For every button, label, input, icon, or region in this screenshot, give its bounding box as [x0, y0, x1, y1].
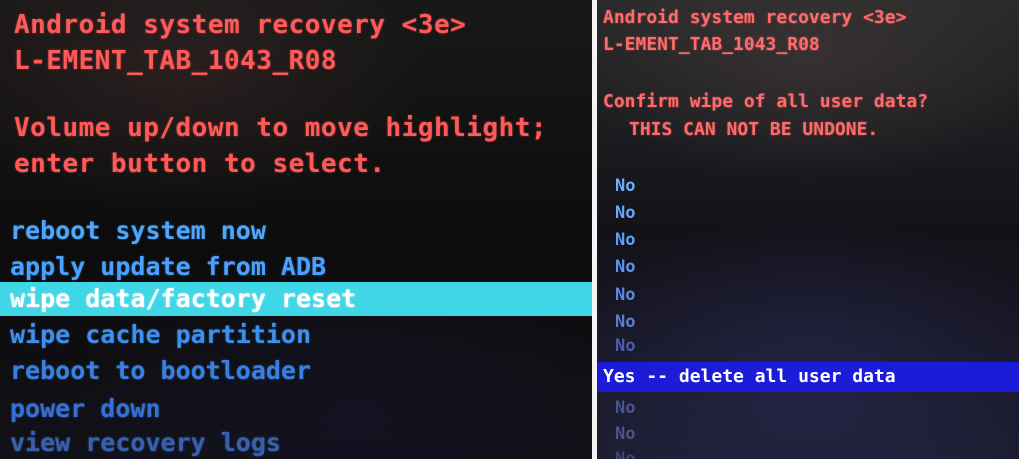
build-id: L-EMENT_TAB_1043_R08 [14, 46, 338, 76]
option-yes-delete-all-user-data[interactable]: Yes -- delete all user data [597, 362, 1019, 392]
wipe-confirm-screen: Android system recovery <3e> L-EMENT_TAB… [597, 0, 1019, 459]
option-no[interactable]: No [597, 200, 1019, 227]
recovery-title: Android system recovery <3e> [603, 7, 907, 28]
recovery-screenshots: Android system recovery <3e> L-EMENT_TAB… [0, 0, 1019, 459]
menu-item-view-recovery-logs[interactable]: view recovery logs [0, 426, 592, 459]
menu-item-reboot-to-bootloader[interactable]: reboot to bootloader [0, 354, 592, 388]
option-no[interactable]: No [597, 282, 1019, 309]
menu-item-wipe-cache-partition[interactable]: wipe cache partition [0, 318, 592, 352]
cannot-undo-warning: THIS CAN NOT BE UNDONE. [629, 119, 879, 140]
build-id: L-EMENT_TAB_1043_R08 [603, 34, 820, 55]
option-no[interactable]: No [597, 395, 1019, 422]
option-no[interactable]: No [597, 446, 1019, 459]
instruction-line-2: enter button to select. [14, 149, 386, 179]
menu-item-reboot-system-now[interactable]: reboot system now [0, 214, 592, 248]
option-no[interactable]: No [597, 254, 1019, 281]
menu-item-wipe-data-factory-reset[interactable]: wipe data/factory reset [0, 282, 592, 316]
recovery-main-menu-screen: Android system recovery <3e> L-EMENT_TAB… [0, 0, 592, 459]
option-no[interactable]: No [597, 173, 1019, 200]
menu-item-apply-update-from-adb[interactable]: apply update from ADB [0, 250, 592, 284]
option-no[interactable]: No [597, 335, 1019, 357]
option-no[interactable]: No [597, 421, 1019, 448]
recovery-title: Android system recovery <3e> [14, 10, 467, 40]
instruction-line-1: Volume up/down to move highlight; [14, 113, 548, 143]
menu-item-power-down[interactable]: power down [0, 392, 592, 426]
option-no[interactable]: No [597, 227, 1019, 254]
option-no[interactable]: No [597, 309, 1019, 336]
confirm-wipe-prompt: Confirm wipe of all user data? [603, 91, 929, 112]
